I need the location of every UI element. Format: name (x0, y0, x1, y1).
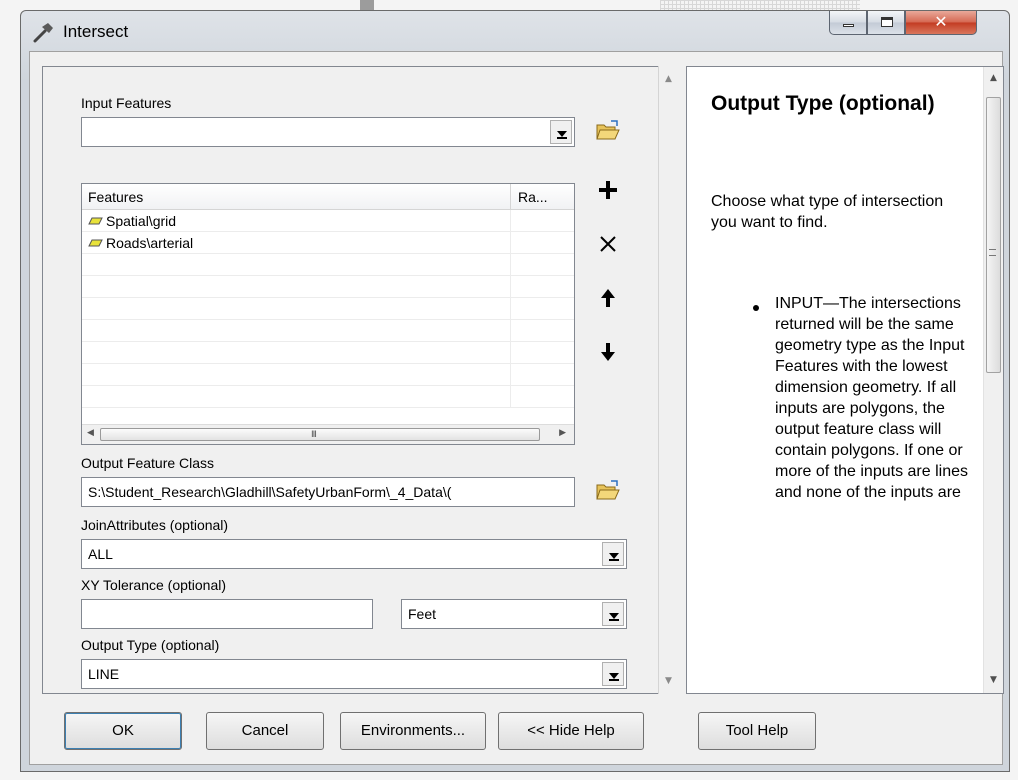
maximize-icon (881, 17, 893, 27)
move-up-button[interactable] (591, 281, 625, 315)
unit-dropdown-button[interactable] (602, 602, 624, 626)
row-separator (510, 232, 511, 254)
scroll-up-icon[interactable]: ▲ (659, 74, 678, 84)
help-scrollbar-thumb[interactable] (986, 97, 1001, 373)
output-feature-class-label: Output Feature Class (81, 455, 215, 471)
maximize-button[interactable] (867, 11, 905, 35)
row-separator (510, 276, 511, 298)
parameters-scrollbar[interactable]: ▲ ▼ (658, 66, 678, 694)
parameters-panel: Input Features Features Ra... Spatial\gr… (42, 66, 668, 694)
polygon-layer-icon (88, 239, 103, 247)
join-attributes-dropdown-button[interactable] (602, 542, 624, 566)
output-type-value: LINE (88, 666, 120, 682)
ok-button[interactable]: OK (64, 712, 182, 750)
dropdown-underline (609, 679, 619, 681)
scrollbar-thumb[interactable]: III (100, 428, 540, 441)
close-button[interactable]: ✕ (905, 11, 977, 35)
horizontal-scrollbar[interactable]: ◀ III ▶ (82, 424, 574, 444)
row-separator (510, 254, 511, 276)
bullet-icon (753, 305, 759, 311)
dropdown-underline (557, 137, 567, 139)
tool-help-button[interactable]: Tool Help (698, 712, 816, 750)
empty-row (82, 386, 574, 408)
list-item[interactable]: Spatial\grid (82, 210, 574, 232)
title-bar[interactable]: Intersect ✕ (21, 11, 1009, 51)
polygon-layer-icon (88, 217, 103, 225)
help-description: Choose what type of intersection you wan… (711, 193, 944, 231)
empty-row (82, 276, 574, 298)
xy-tolerance-input[interactable] (81, 599, 373, 629)
x-icon (600, 236, 616, 252)
join-attributes-dropdown[interactable]: ALL (81, 539, 627, 569)
column-separator (510, 184, 511, 210)
help-scrollbar[interactable]: ▲ ▼ (983, 67, 1003, 693)
arrow-down-icon (601, 343, 615, 361)
environments-button[interactable]: Environments... (340, 712, 486, 750)
row-separator (510, 210, 511, 232)
output-type-label: Output Type (optional) (81, 637, 220, 653)
row-separator (510, 342, 511, 364)
feature-name: Spatial\grid (106, 213, 177, 229)
minimize-icon (843, 24, 854, 27)
empty-row (82, 320, 574, 342)
features-list-rows: Spatial\grid Roads\arterial (82, 210, 574, 408)
empty-row (82, 298, 574, 320)
minimize-button[interactable] (829, 11, 867, 35)
input-features-label: Input Features (81, 95, 172, 111)
input-features-dropdown[interactable] (81, 117, 575, 147)
row-separator (510, 320, 511, 342)
scroll-grip-icon (989, 249, 996, 256)
dropdown-underline (609, 559, 619, 561)
output-feature-class-value: S:\Student_Research\Gladhill\SafetyUrban… (88, 484, 452, 500)
remove-feature-button[interactable] (591, 227, 625, 261)
cancel-button[interactable]: Cancel (206, 712, 324, 750)
xy-tolerance-label: XY Tolerance (optional) (81, 577, 227, 593)
hide-help-button[interactable]: << Hide Help (498, 712, 644, 750)
scroll-down-icon[interactable]: ▼ (984, 675, 1003, 685)
scroll-left-icon[interactable]: ◀ (87, 428, 94, 438)
arrow-up-icon (601, 289, 615, 307)
output-type-dropdown-button[interactable] (602, 662, 624, 686)
features-list-header: Features Ra... (82, 184, 574, 210)
row-separator (510, 364, 511, 386)
folder-open-icon[interactable] (595, 119, 621, 143)
empty-row (82, 342, 574, 364)
features-list[interactable]: Features Ra... Spatial\grid Roads\arteri… (81, 183, 575, 445)
folder-open-icon[interactable] (595, 479, 621, 503)
row-separator (510, 386, 511, 408)
move-down-button[interactable] (591, 335, 625, 369)
hammer-icon (33, 23, 53, 43)
help-title: Output Type (optional) (711, 92, 935, 115)
column-header-rank[interactable]: Ra... (518, 189, 548, 205)
add-feature-button[interactable] (591, 173, 625, 207)
empty-row (82, 364, 574, 386)
xy-tolerance-unit-dropdown[interactable]: Feet (401, 599, 627, 629)
plus-icon (599, 181, 617, 199)
row-separator (510, 298, 511, 320)
scroll-down-icon[interactable]: ▼ (659, 676, 678, 686)
scroll-grip: III (311, 430, 317, 440)
list-item[interactable]: Roads\arterial (82, 232, 574, 254)
intersect-dialog: Intersect ✕ Input Features Features Ra..… (20, 10, 1010, 772)
scroll-right-icon[interactable]: ▶ (559, 428, 566, 438)
dropdown-underline (609, 619, 619, 621)
input-features-dropdown-button[interactable] (550, 120, 572, 144)
close-icon: ✕ (934, 12, 948, 31)
output-type-dropdown[interactable]: LINE (81, 659, 627, 689)
help-panel: Output Type (optional) Choose what type … (686, 66, 1004, 694)
window-title: Intersect (63, 22, 129, 41)
dialog-client-area: Input Features Features Ra... Spatial\gr… (29, 51, 1004, 765)
help-bullet-text: INPUT—The intersections returned will be… (775, 295, 968, 501)
xy-tolerance-unit-value: Feet (408, 606, 437, 622)
column-header-features[interactable]: Features (88, 189, 143, 205)
output-feature-class-input[interactable]: S:\Student_Research\Gladhill\SafetyUrban… (81, 477, 575, 507)
empty-row (82, 254, 574, 276)
join-attributes-label: JoinAttributes (optional) (81, 517, 229, 533)
scroll-up-icon[interactable]: ▲ (984, 73, 1003, 83)
join-attributes-value: ALL (88, 546, 113, 562)
feature-name: Roads\arterial (106, 235, 194, 251)
